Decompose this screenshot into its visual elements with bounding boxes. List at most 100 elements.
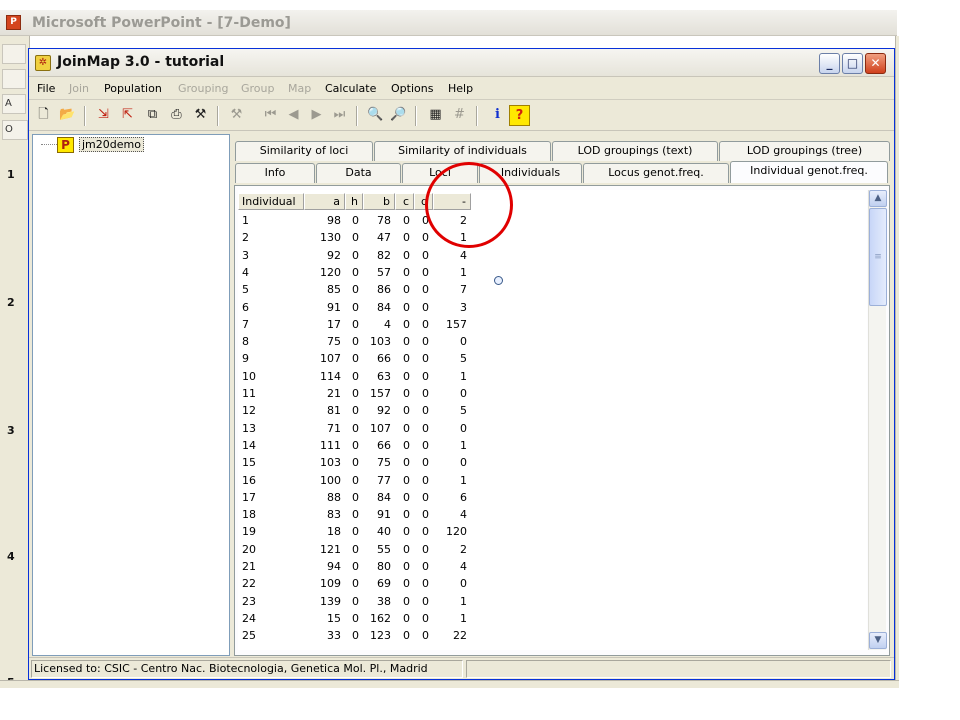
cell-h[interactable]: 0 — [345, 247, 363, 264]
cell-c[interactable]: 0 — [395, 506, 414, 523]
cell-b[interactable]: 63 — [363, 368, 395, 385]
cell-b[interactable]: 82 — [363, 247, 395, 264]
cell-d[interactable]: 0 — [414, 454, 433, 471]
cell-b[interactable]: 66 — [363, 437, 395, 454]
cell-d[interactable]: 0 — [414, 627, 433, 644]
tab-locus-genot-freq[interactable]: Locus genot.freq. — [583, 163, 729, 183]
cell-missing[interactable]: 1 — [433, 593, 471, 610]
cell-h[interactable]: 0 — [345, 523, 363, 540]
cell-d[interactable]: 0 — [414, 316, 433, 333]
previous-icon[interactable]: ◀ — [283, 105, 304, 126]
cell-c[interactable]: 0 — [395, 541, 414, 558]
cell-d[interactable]: 0 — [414, 281, 433, 298]
maximize-button[interactable]: □ — [842, 53, 863, 74]
cell-d[interactable]: 0 — [414, 593, 433, 610]
cell-b[interactable]: 84 — [363, 489, 395, 506]
cell-b[interactable]: 4 — [363, 316, 395, 333]
cell-a[interactable]: 71 — [304, 420, 345, 437]
cell-d[interactable]: 0 — [414, 229, 433, 246]
cell-a[interactable]: 92 — [304, 247, 345, 264]
cell-d[interactable]: 0 — [414, 350, 433, 367]
cell-h[interactable]: 0 — [345, 472, 363, 489]
tab-data[interactable]: Data — [316, 163, 401, 183]
cell-a[interactable]: 17 — [304, 316, 345, 333]
cell-a[interactable]: 94 — [304, 558, 345, 575]
cell-individual[interactable]: 5 — [238, 281, 304, 298]
table-row[interactable]: 20 121 0 55 0 0 2 — [238, 541, 478, 558]
cell-a[interactable]: 103 — [304, 454, 345, 471]
export-icon[interactable]: ⇱ — [117, 105, 138, 126]
cell-a[interactable]: 88 — [304, 489, 345, 506]
cell-c[interactable]: 0 — [395, 212, 414, 229]
cell-missing[interactable]: 0 — [433, 575, 471, 592]
cell-a[interactable]: 107 — [304, 350, 345, 367]
cell-c[interactable]: 0 — [395, 454, 414, 471]
tab-lod-groupings-tree[interactable]: LOD groupings (tree) — [719, 141, 890, 161]
column-header-c[interactable]: c — [395, 193, 414, 210]
cell-d[interactable]: 0 — [414, 420, 433, 437]
cell-c[interactable]: 0 — [395, 316, 414, 333]
cell-d[interactable]: 0 — [414, 472, 433, 489]
cell-b[interactable]: 86 — [363, 281, 395, 298]
cell-a[interactable]: 100 — [304, 472, 345, 489]
cell-b[interactable]: 162 — [363, 610, 395, 627]
tab-lod-groupings-text[interactable]: LOD groupings (text) — [552, 141, 718, 161]
cell-c[interactable]: 0 — [395, 299, 414, 316]
cell-b[interactable]: 92 — [363, 402, 395, 419]
table-row[interactable]: 7 17 0 4 0 0 157 — [238, 316, 478, 333]
cell-missing[interactable]: 1 — [433, 368, 471, 385]
cell-b[interactable]: 157 — [363, 385, 395, 402]
cell-a[interactable]: 21 — [304, 385, 345, 402]
cell-c[interactable]: 0 — [395, 368, 414, 385]
table-row[interactable]: 9 107 0 66 0 0 5 — [238, 350, 478, 367]
cell-individual[interactable]: 24 — [238, 610, 304, 627]
cell-c[interactable]: 0 — [395, 437, 414, 454]
cell-c[interactable]: 0 — [395, 402, 414, 419]
zoom-out-icon[interactable]: 🔍 — [365, 105, 386, 126]
menu-grouping[interactable]: Grouping — [178, 82, 229, 95]
menu-file[interactable]: File — [37, 82, 55, 95]
copy-icon[interactable]: ⧉ — [142, 105, 163, 126]
print-icon[interactable]: ⎙ — [166, 105, 187, 126]
table-row[interactable]: 17 88 0 84 0 0 6 — [238, 489, 478, 506]
cell-d[interactable]: 0 — [414, 247, 433, 264]
cell-b[interactable]: 57 — [363, 264, 395, 281]
powerpoint-toolbar-stub[interactable] — [2, 69, 26, 89]
cell-missing[interactable]: 1 — [433, 437, 471, 454]
cell-h[interactable]: 0 — [345, 402, 363, 419]
menu-population[interactable]: Population — [104, 82, 162, 95]
grid-icon[interactable]: # — [449, 105, 470, 126]
column-header-a[interactable]: a — [304, 193, 345, 210]
cell-d[interactable]: 0 — [414, 575, 433, 592]
table-row[interactable]: 15 103 0 75 0 0 0 — [238, 454, 478, 471]
cell-individual[interactable]: 10 — [238, 368, 304, 385]
cell-a[interactable]: 83 — [304, 506, 345, 523]
slide-number[interactable]: 3 — [7, 424, 15, 437]
vertical-scrollbar[interactable]: ▲ ≡ ▼ — [868, 190, 887, 650]
cell-d[interactable]: 0 — [414, 402, 433, 419]
cell-a[interactable]: 109 — [304, 575, 345, 592]
zoom-in-icon[interactable]: 🔎 — [388, 105, 409, 126]
cell-d[interactable]: 0 — [414, 368, 433, 385]
cell-h[interactable]: 0 — [345, 506, 363, 523]
table-row[interactable]: 19 18 0 40 0 0 120 — [238, 523, 478, 540]
cell-a[interactable]: 130 — [304, 229, 345, 246]
cell-h[interactable]: 0 — [345, 281, 363, 298]
cell-a[interactable]: 111 — [304, 437, 345, 454]
cell-d[interactable]: 0 — [414, 333, 433, 350]
menu-group[interactable]: Group — [241, 82, 275, 95]
cell-d[interactable]: 0 — [414, 610, 433, 627]
cell-b[interactable]: 66 — [363, 350, 395, 367]
cell-missing[interactable]: 0 — [433, 385, 471, 402]
column-header-individual[interactable]: Individual — [238, 193, 304, 210]
cell-h[interactable]: 0 — [345, 593, 363, 610]
menu-options[interactable]: Options — [391, 82, 433, 95]
cell-a[interactable]: 98 — [304, 212, 345, 229]
cell-h[interactable]: 0 — [345, 627, 363, 644]
cell-h[interactable]: 0 — [345, 437, 363, 454]
population-node-icon[interactable]: P — [57, 137, 74, 153]
cell-individual[interactable]: 25 — [238, 627, 304, 644]
cell-d[interactable]: 0 — [414, 523, 433, 540]
tree-node-jm20demo[interactable]: jm20demo — [79, 137, 144, 152]
tab-info[interactable]: Info — [235, 163, 315, 183]
